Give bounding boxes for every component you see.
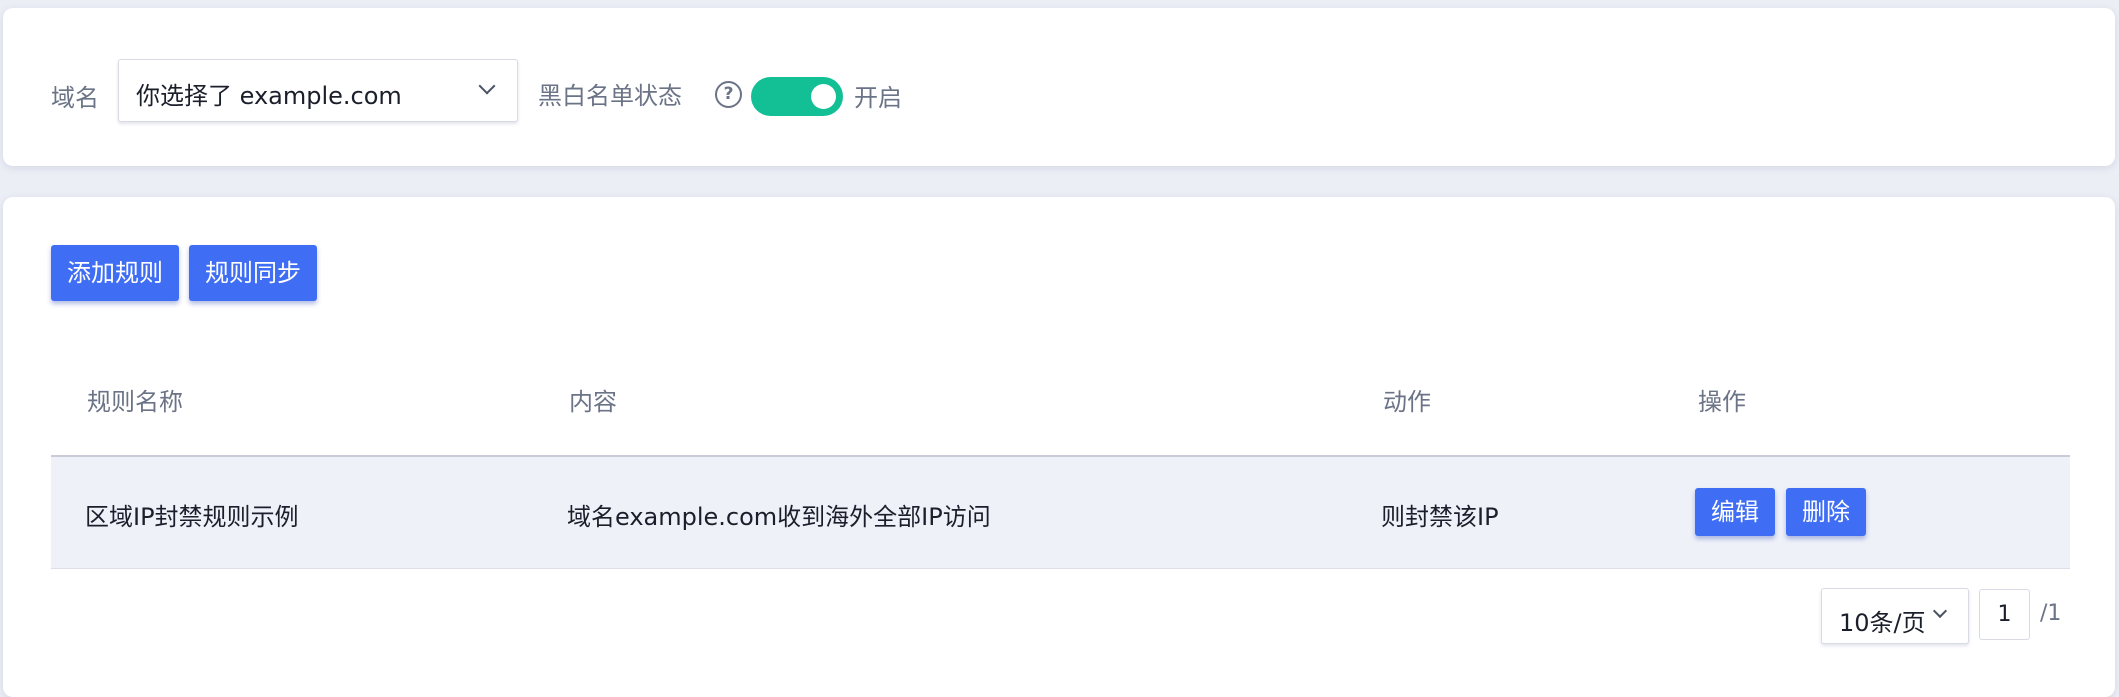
column-header-operation: 操作 [1698, 388, 1746, 416]
chevron-down-icon [1932, 603, 1948, 619]
toggle-state-text: 开启 [854, 84, 902, 112]
rules-panel: 添加规则 规则同步 规则名称 内容 动作 操作 区域IP封禁规则示例 域名exa… [3, 197, 2115, 697]
rule-name-cell: 区域IP封禁规则示例 [85, 503, 299, 531]
filter-panel: 域名 你选择了 example.com 黑白名单状态 ? 开启 [3, 8, 2115, 166]
edit-button[interactable]: 编辑 [1695, 488, 1775, 536]
page-number-input[interactable] [1979, 589, 2030, 640]
page-size-value: 10条/页 [1839, 609, 1926, 637]
domain-select-value: 你选择了 example.com [136, 82, 402, 110]
add-rule-button[interactable]: 添加规则 [51, 245, 179, 301]
delete-button[interactable]: 删除 [1786, 488, 1866, 536]
sync-rules-button[interactable]: 规则同步 [189, 245, 317, 301]
toggle-knob [811, 84, 836, 109]
status-toggle[interactable] [751, 77, 843, 116]
domain-label: 域名 [51, 84, 99, 112]
rule-content-cell: 域名example.com收到海外全部IP访问 [567, 503, 991, 531]
status-label: 黑白名单状态 [538, 82, 682, 110]
domain-select[interactable]: 你选择了 example.com [118, 59, 518, 122]
chevron-down-icon [478, 77, 496, 95]
column-header-rule-name: 规则名称 [87, 388, 183, 416]
column-header-action: 动作 [1383, 388, 1431, 416]
question-circle-icon[interactable]: ? [715, 81, 742, 108]
rule-action-cell: 则封禁该IP [1381, 503, 1499, 531]
table-row: 区域IP封禁规则示例 域名example.com收到海外全部IP访问 则封禁该I… [51, 457, 2070, 569]
page-size-select[interactable]: 10条/页 [1821, 588, 1969, 644]
page-total: /1 [2040, 601, 2062, 626]
column-header-content: 内容 [569, 388, 617, 416]
